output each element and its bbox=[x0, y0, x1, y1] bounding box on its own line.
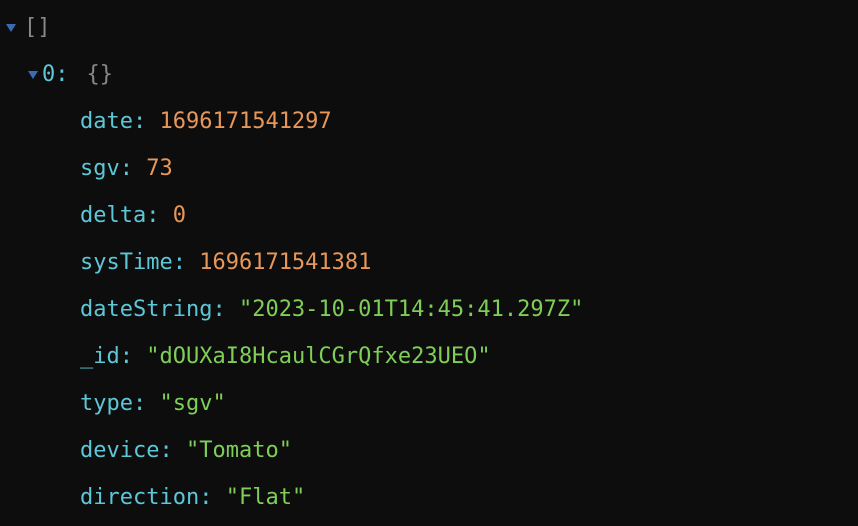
property-key: sgv bbox=[80, 152, 120, 185]
colon: : bbox=[212, 293, 225, 326]
colon: : bbox=[173, 246, 186, 279]
property-row-datestring[interactable]: dateString : "2023-10-01T14:45:41.297Z" bbox=[0, 286, 858, 333]
caret-down-icon[interactable] bbox=[6, 24, 16, 32]
property-row-systime[interactable]: sysTime : 1696171541381 bbox=[0, 239, 858, 286]
colon: : bbox=[146, 199, 159, 232]
property-value-string: "Tomato" bbox=[186, 434, 292, 467]
array-bracket: [] bbox=[24, 11, 51, 44]
object-bracket: {} bbox=[87, 58, 114, 91]
property-key: _id bbox=[80, 340, 120, 373]
colon: : bbox=[120, 340, 133, 373]
property-value-number: 1696171541297 bbox=[159, 105, 331, 138]
property-row-date[interactable]: date : 1696171541297 bbox=[0, 98, 858, 145]
property-key: device bbox=[80, 434, 159, 467]
property-row-direction[interactable]: direction : "Flat" bbox=[0, 474, 858, 521]
colon: : bbox=[159, 434, 172, 467]
property-row-device[interactable]: device : "Tomato" bbox=[0, 427, 858, 474]
property-value-number: 73 bbox=[146, 152, 173, 185]
tree-item-0-row[interactable]: 0 : {} bbox=[0, 51, 858, 98]
property-key: direction bbox=[80, 481, 199, 514]
property-value-number: 0 bbox=[173, 199, 186, 232]
colon: : bbox=[120, 152, 133, 185]
property-key: dateString bbox=[80, 293, 212, 326]
colon: : bbox=[199, 481, 212, 514]
property-key: date bbox=[80, 105, 133, 138]
property-key: delta bbox=[80, 199, 146, 232]
property-value-string: "2023-10-01T14:45:41.297Z" bbox=[239, 293, 583, 326]
property-row-type[interactable]: type : "sgv" bbox=[0, 380, 858, 427]
property-key: sysTime bbox=[80, 246, 173, 279]
property-value-string: "sgv" bbox=[159, 387, 225, 420]
property-value-number: 1696171541381 bbox=[199, 246, 371, 279]
property-key: type bbox=[80, 387, 133, 420]
property-value-string: "Flat" bbox=[226, 481, 305, 514]
property-value-string: "dOUXaI8HcaulCGrQfxe23UEO" bbox=[146, 340, 490, 373]
colon: : bbox=[55, 58, 68, 91]
tree-root-row[interactable]: [] bbox=[0, 4, 858, 51]
property-row-id[interactable]: _id : "dOUXaI8HcaulCGrQfxe23UEO" bbox=[0, 333, 858, 380]
caret-down-icon[interactable] bbox=[28, 71, 38, 79]
property-row-sgv[interactable]: sgv : 73 bbox=[0, 145, 858, 192]
item-index-key: 0 bbox=[42, 58, 55, 91]
colon: : bbox=[133, 105, 146, 138]
property-row-delta[interactable]: delta : 0 bbox=[0, 192, 858, 239]
colon: : bbox=[133, 387, 146, 420]
